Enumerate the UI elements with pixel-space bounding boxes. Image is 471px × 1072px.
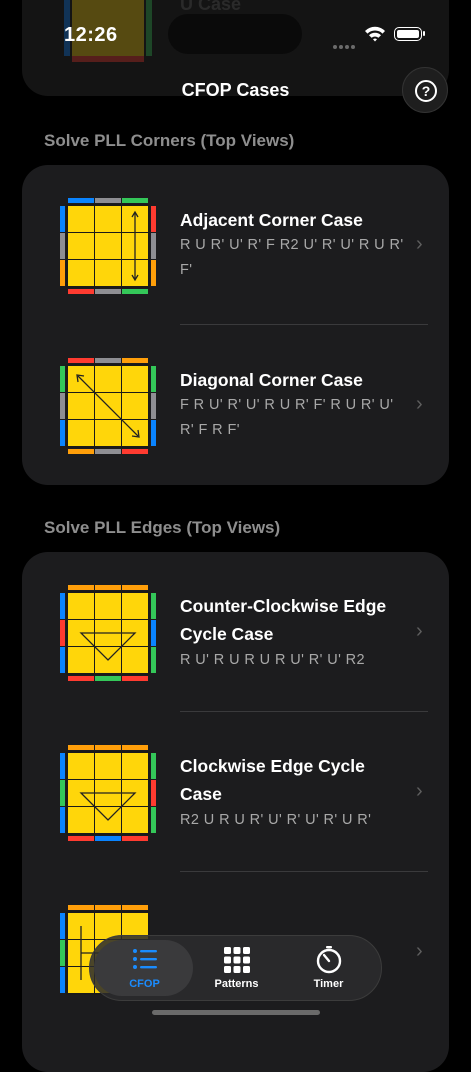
status-bar: U Case 12:26 [0, 0, 471, 96]
cube-top-view-icon [60, 358, 156, 454]
item-moves: R U R' U' R' F R2 U' R' U' R U R' F' [180, 237, 404, 278]
item-moves: R U' R U R U R U' R' U' R2 [180, 652, 366, 668]
grid-icon [224, 947, 250, 973]
cube-top-view-icon [60, 198, 156, 294]
chevron-right-icon: › [416, 940, 423, 962]
wifi-icon [365, 26, 385, 42]
section-title-edges: Solve PLL Edges (Top Views) [44, 518, 281, 537]
question-mark-circle-icon: ? [415, 80, 437, 102]
tab-cfop[interactable]: CFOP [96, 936, 193, 1000]
timer-icon [316, 946, 342, 974]
item-title: Adjacent Corner Case [180, 210, 363, 230]
signal-icon [333, 36, 357, 54]
tab-label: Patterns [214, 978, 259, 990]
item-moves: F R U' R' U' R U R' F' R U R' U' R' F R … [180, 397, 394, 438]
page-title: CFOP Cases [181, 80, 290, 100]
status-time: 12:26 [64, 24, 118, 46]
list-item-diagonal-corner[interactable]: Diagonal Corner Case F R U' R' U' R U R'… [22, 325, 449, 485]
tab-label: CFOP [129, 978, 160, 990]
battery-icon [394, 27, 425, 41]
tab-bar: CFOP Patterns Timer [89, 935, 382, 1001]
corners-card: Adjacent Corner Case R U R' U' R' F R2 U… [22, 165, 449, 485]
home-indicator [152, 1010, 320, 1015]
item-title: Diagonal Corner Case [180, 370, 363, 390]
tab-label: Timer [313, 978, 344, 990]
dynamic-island [168, 14, 302, 54]
section-title-corners: Solve PLL Corners (Top Views) [44, 131, 295, 150]
list-item-ccw-edge-cycle[interactable]: Counter-Clockwise Edge Cycle Case R U' R… [22, 552, 449, 712]
cube-top-view-icon [60, 745, 156, 841]
chevron-right-icon: › [416, 233, 423, 255]
help-button[interactable]: ? [402, 67, 448, 113]
tab-patterns[interactable]: Patterns [188, 936, 285, 1000]
tab-timer[interactable]: Timer [280, 936, 377, 1000]
cube-top-view-icon [60, 585, 156, 681]
item-title: Clockwise Edge Cycle Case [180, 756, 365, 804]
chevron-right-icon: › [416, 620, 423, 642]
list-item-adjacent-corner[interactable]: Adjacent Corner Case R U R' U' R' F R2 U… [22, 165, 449, 325]
chevron-right-icon: › [416, 780, 423, 802]
item-title: Counter-Clockwise Edge Cycle Case [180, 596, 387, 644]
chevron-right-icon: › [416, 393, 423, 415]
item-moves: R2 U R U R' U' R' U' R' U R' [180, 812, 372, 828]
ghost-title: U Case [180, 0, 242, 14]
list-icon [133, 949, 157, 969]
list-item-cw-edge-cycle[interactable]: Clockwise Edge Cycle Case R2 U R U R' U'… [22, 712, 449, 872]
